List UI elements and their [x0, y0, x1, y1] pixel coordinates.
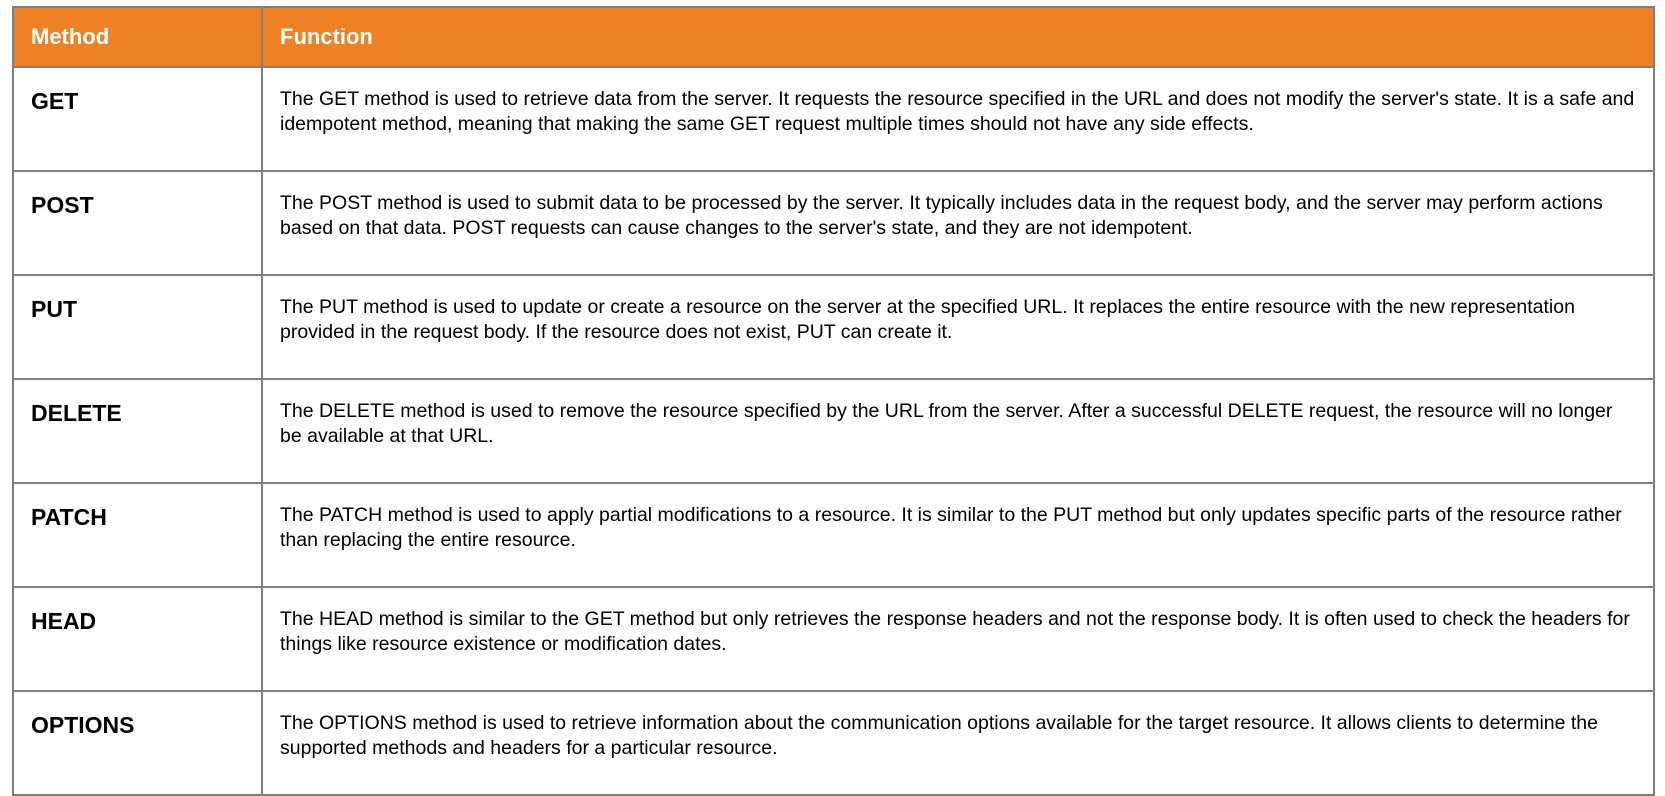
method-column-header: Method	[12, 6, 263, 68]
method-cell: GET	[12, 66, 263, 172]
function-cell: The POST method is used to submit data t…	[261, 170, 1655, 276]
function-cell: The GET method is used to retrieve data …	[261, 66, 1655, 172]
method-cell: PATCH	[12, 482, 263, 588]
table-row: DELETE The DELETE method is used to remo…	[12, 378, 1655, 484]
table-row: OPTIONS The OPTIONS method is used to re…	[12, 690, 1655, 796]
method-cell: OPTIONS	[12, 690, 263, 796]
table-row: HEAD The HEAD method is similar to the G…	[12, 586, 1655, 692]
function-column-header: Function	[261, 6, 1655, 68]
function-cell: The PATCH method is used to apply partia…	[261, 482, 1655, 588]
function-cell: The DELETE method is used to remove the …	[261, 378, 1655, 484]
method-cell: PUT	[12, 274, 263, 380]
table-header: Method Function	[12, 6, 1655, 68]
table-row: PATCH The PATCH method is used to apply …	[12, 482, 1655, 588]
header-row: Method Function	[12, 6, 1655, 68]
function-cell: The HEAD method is similar to the GET me…	[261, 586, 1655, 692]
method-cell: HEAD	[12, 586, 263, 692]
table-row: PUT The PUT method is used to update or …	[12, 274, 1655, 380]
table-row: GET The GET method is used to retrieve d…	[12, 66, 1655, 172]
function-cell: The PUT method is used to update or crea…	[261, 274, 1655, 380]
method-cell: POST	[12, 170, 263, 276]
table-row: POST The POST method is used to submit d…	[12, 170, 1655, 276]
table-body: GET The GET method is used to retrieve d…	[12, 66, 1655, 796]
function-cell: The OPTIONS method is used to retrieve i…	[261, 690, 1655, 796]
method-cell: DELETE	[12, 378, 263, 484]
